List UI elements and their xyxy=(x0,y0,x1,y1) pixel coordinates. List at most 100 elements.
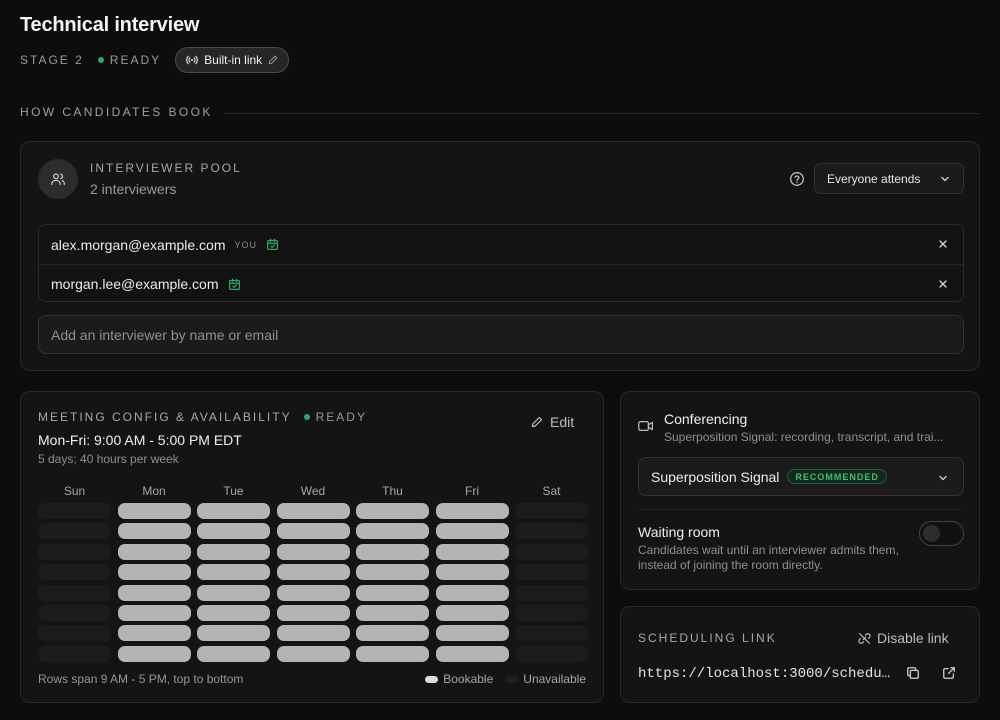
availability-slot xyxy=(435,503,509,519)
day-label: Sat xyxy=(542,484,561,498)
availability-slot xyxy=(276,564,350,581)
availability-slot xyxy=(276,503,350,519)
availability-slot xyxy=(117,564,191,581)
availability-slot xyxy=(435,564,509,581)
availability-slot xyxy=(435,543,509,560)
interviewer-list: alex.morgan@example.com YOU morgan.lee@e… xyxy=(38,224,964,302)
day-label: Sun xyxy=(63,484,86,498)
video-camera-icon xyxy=(638,421,653,431)
rows-note: Rows span 9 AM - 5 PM, top to bottom xyxy=(38,672,244,686)
page-title: Technical interview xyxy=(20,14,200,36)
availability-slot xyxy=(435,523,509,540)
availability-slot xyxy=(38,605,111,621)
conferencing-card: Conferencing Superposition Signal: recor… xyxy=(620,391,980,590)
help-icon[interactable] xyxy=(789,171,805,187)
availability-slot xyxy=(435,605,509,621)
availability-slot xyxy=(515,523,588,540)
interviewer-email: morgan.lee@example.com xyxy=(51,276,219,292)
day-label: Thu xyxy=(382,484,403,498)
availability-slot xyxy=(117,605,191,621)
availability-slot xyxy=(276,584,350,601)
interviewer-email: alex.morgan@example.com xyxy=(51,236,226,253)
availability-slot xyxy=(435,625,509,642)
availability-grid xyxy=(38,503,588,663)
availability-slot xyxy=(38,503,111,519)
remove-interviewer-icon[interactable] xyxy=(937,238,949,250)
add-interviewer-input[interactable] xyxy=(38,315,964,354)
availability-hours: Mon-Fri: 9:00 AM - 5:00 PM EDT xyxy=(38,432,242,448)
availability-slot xyxy=(197,625,270,642)
availability-legend: Bookable Unavailable xyxy=(425,672,586,686)
chevron-down-icon xyxy=(941,176,949,182)
stage-status-text: READY xyxy=(109,53,162,67)
availability-slot xyxy=(515,503,588,519)
conferencing-title: Conferencing xyxy=(664,411,748,427)
conferencing-provider-select[interactable]: Superposition Signal RECOMMENDED xyxy=(638,457,964,496)
status-dot-icon xyxy=(97,57,104,63)
waiting-room-title: Waiting room xyxy=(638,524,720,540)
pool-count: 2 interviewers xyxy=(90,181,177,197)
toggle-knob xyxy=(923,525,940,542)
waiting-room-description: Candidates wait until an interviewer adm… xyxy=(638,543,899,572)
availability-slot xyxy=(197,605,270,621)
availability-slot xyxy=(356,523,429,540)
interviewer-pool-card: INTERVIEWER POOL 2 interviewers Everyone… xyxy=(20,141,980,371)
conferencing-divider xyxy=(638,509,962,510)
availability-slot xyxy=(515,584,588,601)
availability-slot xyxy=(117,523,191,540)
availability-slot xyxy=(197,564,270,581)
availability-slot xyxy=(197,523,270,540)
availability-slot xyxy=(117,625,191,642)
availability-slot xyxy=(117,543,191,560)
edit-availability-button[interactable]: Edit xyxy=(531,414,574,430)
availability-slot xyxy=(276,605,350,621)
availability-summary: 5 days; 40 hours per week xyxy=(38,452,179,466)
config-status-text: READY xyxy=(315,410,367,424)
availability-slot xyxy=(356,625,429,642)
availability-slot xyxy=(356,605,429,621)
pencil-icon xyxy=(268,55,278,65)
scheduling-link-title: SCHEDULING LINK xyxy=(638,631,777,645)
scheduling-url: https://localhost:3000/schedu... xyxy=(638,666,893,682)
pool-title: INTERVIEWER POOL xyxy=(90,161,242,175)
attendance-mode-select[interactable]: Everyone attends xyxy=(814,163,964,194)
edit-label: Edit xyxy=(550,414,575,430)
you-tag: YOU xyxy=(234,239,258,250)
availability-slot xyxy=(38,645,111,662)
external-link-icon[interactable] xyxy=(942,666,956,680)
disable-link-button[interactable]: Disable link xyxy=(858,630,949,646)
calendar-check-icon xyxy=(228,278,241,291)
availability-slot xyxy=(515,564,588,581)
availability-slot xyxy=(276,543,350,560)
legend-bookable: Bookable xyxy=(443,672,494,686)
availability-slot xyxy=(356,503,429,519)
recommended-badge: RECOMMENDED xyxy=(787,469,887,484)
scheduling-link-card: SCHEDULING LINK Disable link https://loc… xyxy=(620,606,980,703)
availability-slot xyxy=(197,503,270,519)
config-status: READY xyxy=(303,410,367,424)
built-in-link-chip[interactable]: Built-in link xyxy=(175,47,290,73)
conferencing-description: Superposition Signal: recording, transcr… xyxy=(664,430,944,444)
stage-meta-row: STAGE 2 READY Built-in link xyxy=(20,47,290,73)
availability-slot xyxy=(356,584,429,601)
availability-slot xyxy=(515,605,588,621)
section-heading: HOW CANDIDATES BOOK xyxy=(20,105,213,119)
availability-slot xyxy=(276,645,350,662)
pool-avatar xyxy=(38,159,78,199)
pencil-icon xyxy=(531,416,543,428)
broadcast-icon xyxy=(186,55,198,65)
availability-slot xyxy=(356,564,429,581)
copy-icon[interactable] xyxy=(906,666,920,680)
remove-interviewer-icon[interactable] xyxy=(937,278,949,290)
day-label: Wed xyxy=(300,484,326,498)
availability-slot xyxy=(515,625,588,642)
config-title: MEETING CONFIG & AVAILABILITY xyxy=(38,410,292,424)
legend-unavailable: Unavailable xyxy=(523,672,586,686)
waiting-room-toggle[interactable] xyxy=(919,521,964,546)
attendance-mode-value: Everyone attends xyxy=(827,171,921,186)
status-dot-icon xyxy=(303,414,310,420)
availability-slot xyxy=(117,645,191,662)
availability-slot xyxy=(435,645,509,662)
interviewer-row: alex.morgan@example.com YOU xyxy=(39,225,963,264)
availability-slot xyxy=(356,645,429,662)
